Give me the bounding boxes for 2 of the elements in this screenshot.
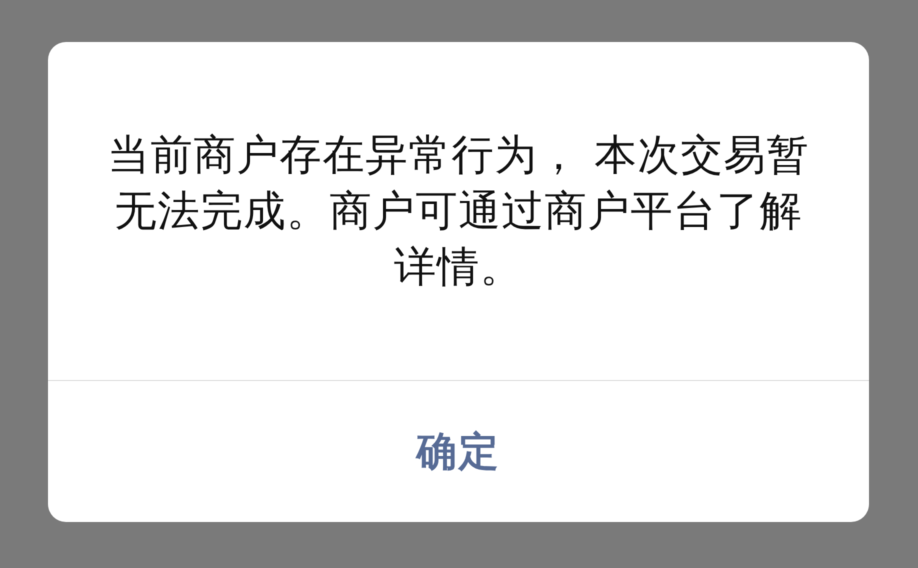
confirm-button[interactable]: 确定 [48, 381, 869, 522]
dialog-message: 当前商户存在异常行为， 本次交易暂无法完成。商户可通过商户平台了解详情。 [106, 129, 811, 293]
